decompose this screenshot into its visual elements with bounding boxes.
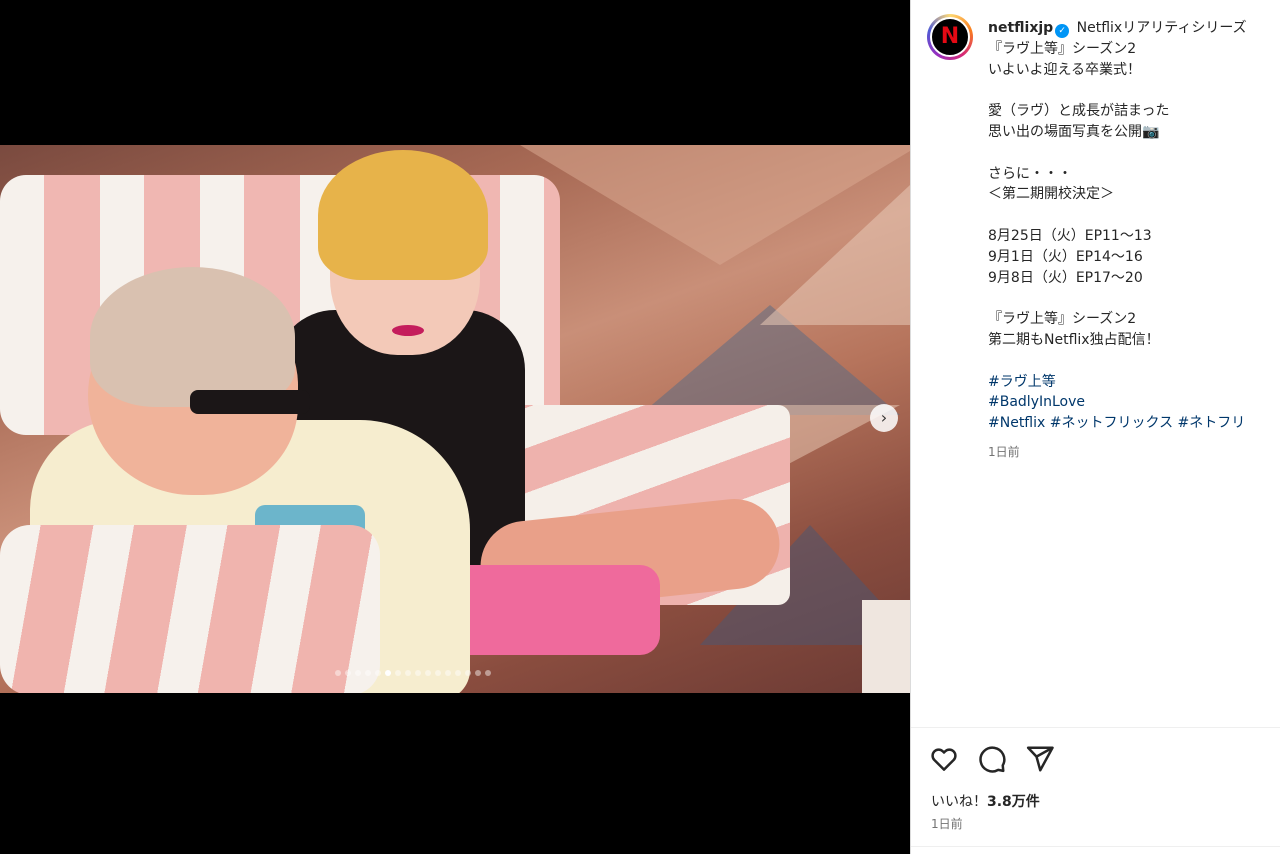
carousel-dot xyxy=(365,670,371,676)
caption-line: ＜第二期開校決定＞ xyxy=(988,186,1114,203)
netflix-logo-icon: N xyxy=(930,17,970,57)
carousel-dot xyxy=(435,670,441,676)
action-bar xyxy=(929,744,1055,774)
hashtag-link[interactable]: #Netflix xyxy=(988,415,1045,431)
hashtag-link[interactable]: #ラヴ上等 xyxy=(988,374,1056,390)
woman-lips xyxy=(392,325,424,336)
carousel-dot xyxy=(395,670,401,676)
avatar[interactable]: N xyxy=(927,14,973,60)
caption-line: 8月25日（火）EP11〜13 xyxy=(988,227,1152,244)
caption-line: 第二期もNetflix独占配信！ xyxy=(988,331,1160,348)
carousel-dot xyxy=(455,670,461,676)
divider xyxy=(911,846,1280,847)
carousel-dot xyxy=(405,670,411,676)
caption-line: 『ラヴ上等』シーズン2 xyxy=(988,311,1137,328)
caption-line: 思い出の場面写真を公開📷 xyxy=(988,123,1160,140)
caption-timestamp: 1日前 xyxy=(988,444,1020,459)
carousel-dot xyxy=(335,670,341,676)
pink-shorts xyxy=(445,565,660,655)
caption-line: 9月1日（火）EP14〜16 xyxy=(988,248,1143,265)
carousel-dot xyxy=(355,670,361,676)
heart-icon[interactable] xyxy=(929,744,959,774)
caption-line: 9月8日（火）EP17〜20 xyxy=(988,269,1143,286)
hashtag-link[interactable]: #BadlyInLove xyxy=(988,394,1085,410)
post-timestamp: 1日前 xyxy=(931,817,963,831)
divider xyxy=(911,727,1280,728)
post-caption: netflixjp ✓ Netflixリアリティシリーズ 『ラヴ上等』シーズン2 … xyxy=(988,18,1278,463)
carousel-dot xyxy=(465,670,471,676)
carousel-dot xyxy=(345,670,351,676)
caption-line: さらに・・・ xyxy=(988,165,1072,182)
chevron-right-icon[interactable]: › xyxy=(870,404,898,432)
caption-line: いよいよ迎える卒業式！ xyxy=(988,61,1142,78)
carousel-dot xyxy=(475,670,481,676)
post-media[interactable]: › xyxy=(0,0,910,854)
comment-icon[interactable] xyxy=(977,744,1007,774)
likes-label: いいね！ xyxy=(931,794,987,810)
sofa-armrest xyxy=(0,525,380,693)
hashtag-link[interactable]: #ネトフリ xyxy=(1178,415,1246,431)
verified-icon: ✓ xyxy=(1055,24,1070,38)
woman-blonde-hair xyxy=(318,150,488,280)
like-count[interactable]: いいね！3.8万件 xyxy=(931,791,1040,811)
caption-text: Netflixリアリティシリーズ xyxy=(1076,20,1247,36)
floor-tile xyxy=(760,185,910,325)
username-link[interactable]: netflixjp xyxy=(988,20,1053,36)
caption-line: 『ラヴ上等』シーズン2 xyxy=(988,40,1137,57)
side-table xyxy=(862,600,910,693)
caption-line: 愛（ラヴ）と成長が詰まった xyxy=(988,103,1170,120)
carousel-dot xyxy=(425,670,431,676)
post-photo xyxy=(0,145,910,693)
hashtag-link[interactable]: #ネットフリックス xyxy=(1050,415,1173,431)
carousel-dot xyxy=(415,670,421,676)
carousel-indicator xyxy=(335,670,491,678)
share-icon[interactable] xyxy=(1025,744,1055,774)
likes-value: 3.8万件 xyxy=(987,794,1040,810)
carousel-dot xyxy=(385,670,391,676)
carousel-dot xyxy=(445,670,451,676)
post-side-panel: N netflixjp ✓ Netflixリアリティシリーズ 『ラヴ上等』シーズン… xyxy=(910,0,1280,854)
carousel-dot xyxy=(485,670,491,676)
man-hair xyxy=(90,267,295,407)
man-sunglasses xyxy=(190,390,310,414)
carousel-dot xyxy=(375,670,381,676)
